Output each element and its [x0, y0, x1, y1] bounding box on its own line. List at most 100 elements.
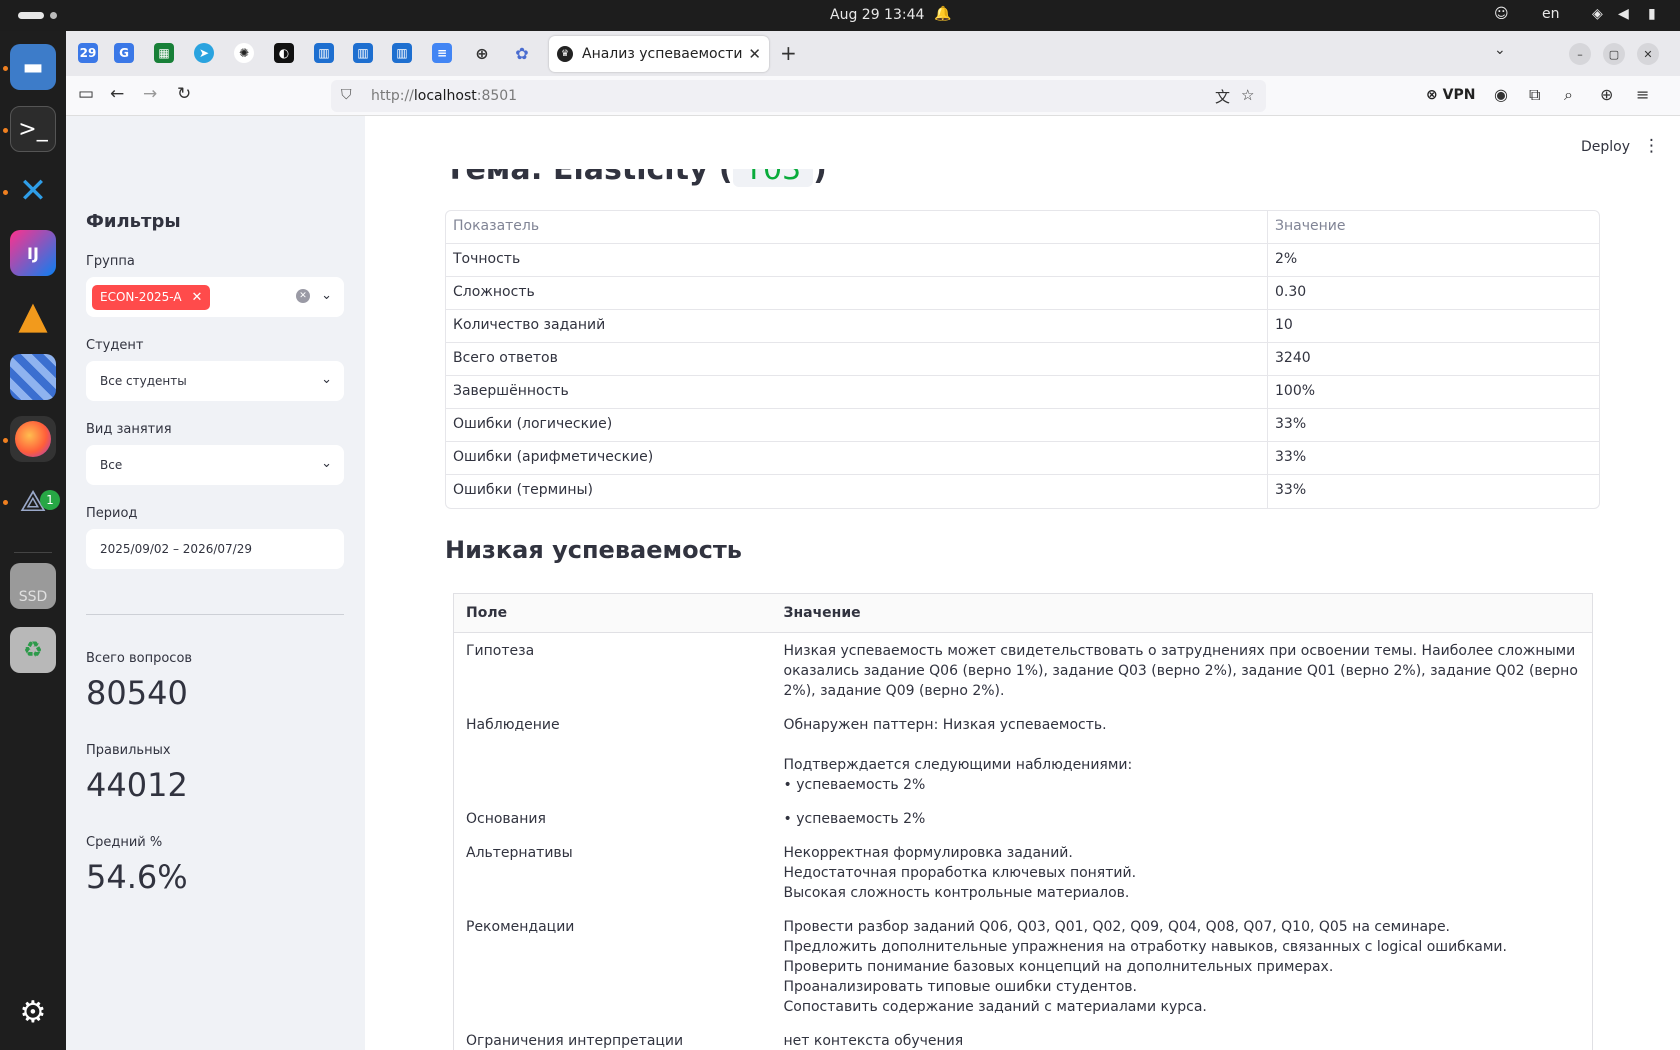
value-line: нет контекста обучения [783, 1033, 964, 1049]
minimize-window-button[interactable]: – [1569, 43, 1591, 65]
docs-tab-icon[interactable]: ≡ [432, 43, 452, 63]
table-row: Количество заданий 10 [446, 310, 1599, 343]
extensions-icon[interactable]: ⧉ [1529, 85, 1540, 105]
firefox-app-icon[interactable] [10, 416, 56, 462]
calendar-tab-icon[interactable]: 29 [78, 43, 98, 63]
bookmark-star-icon[interactable]: ☆ [1241, 86, 1254, 104]
trello-tab-icon[interactable]: ▥ [392, 43, 412, 63]
maximize-window-button[interactable]: ▢ [1603, 43, 1625, 65]
metric-value: 44012 [86, 766, 188, 804]
value-line: Проверить понимание базовых концепций на… [783, 959, 1334, 975]
extension-tab-icon[interactable]: ✿ [512, 43, 532, 63]
close-window-button[interactable]: ✕ [1637, 43, 1659, 65]
terminal-app-icon[interactable]: >_ [10, 106, 56, 152]
value-line: Проанализировать типовые ошибки студенто… [783, 979, 1137, 995]
app-grid-icon[interactable]: ⚙ [10, 989, 56, 1035]
globe-tab-icon[interactable]: ⊕ [472, 43, 492, 63]
table-cell[interactable]: Количество заданий [446, 310, 1268, 342]
group-chip[interactable]: ECON-2025-A ✕ [92, 284, 211, 310]
telegram-tab-icon[interactable]: ➤ [194, 43, 214, 63]
search-extension-icon[interactable]: ⌕ [1564, 85, 1573, 105]
translate-page-icon[interactable]: 文 [1215, 86, 1230, 107]
chevron-down-icon: ⌄ [321, 456, 332, 471]
remove-chip-icon[interactable]: ✕ [192, 290, 203, 305]
table-cell[interactable]: Ошибки (термины) [446, 475, 1268, 508]
value-line: Подтверждается следующими наблюдениями: [783, 757, 1133, 773]
lesson-type-select[interactable]: Все ⌄ [86, 445, 344, 485]
url-port: :8501 [476, 88, 518, 104]
table-cell[interactable]: 3240 [1268, 343, 1599, 375]
ssd-drive-icon[interactable]: SSD [10, 563, 56, 609]
group-chip-label: ECON-2025-A [100, 290, 182, 304]
value-cell: Обнаружен паттерн: Низкая успеваемость. П… [772, 707, 1593, 801]
table-cell[interactable]: 100% [1268, 376, 1599, 408]
table-cell[interactable]: 33% [1268, 409, 1599, 441]
group-multiselect[interactable]: ECON-2025-A ✕ ✕ ⌄ [86, 277, 344, 317]
table-cell[interactable]: 0.30 [1268, 277, 1599, 309]
app-dock: ▬ >_ ✕ IJ ▲ ⟁ 1 SSD ♻ ⚙ [0, 31, 66, 1050]
notification-badge: 1 [40, 490, 60, 510]
table-cell[interactable]: Точность [446, 244, 1268, 276]
table-cell[interactable]: Ошибки (арифметические) [446, 442, 1268, 474]
student-select-value: Все студенты [100, 374, 187, 388]
active-tab[interactable]: ♛ Анализ успеваемости ✕ [549, 36, 769, 72]
topic-stats-table[interactable]: Показатель Значение Точность 2% Сложность 0… [445, 210, 1600, 509]
globe-extension-icon[interactable]: ⊕ [1600, 85, 1613, 104]
vpn-button[interactable]: ⊗ VPN [1426, 87, 1475, 103]
browser-tab-bar: 29 G ▦ ➤ ✺ ◐ ▥ ▥ ▥ ≡ ⊕ ✿ ♛ Анализ успева… [66, 31, 1680, 76]
value-cell: Некорректная формулировка заданий. Недост… [772, 835, 1593, 909]
wifi-icon[interactable]: ◈ [1592, 6, 1603, 22]
value-line: Предложить дополнительные упражнения на … [783, 939, 1507, 955]
column-header[interactable]: Значение [1268, 211, 1599, 243]
lesson-type-select-value: Все [100, 458, 123, 472]
table-cell[interactable]: 10 [1268, 310, 1599, 342]
new-tab-button[interactable]: + [780, 41, 797, 65]
column-header[interactable]: Показатель [446, 211, 1268, 243]
trash-icon[interactable]: ♻ [10, 627, 56, 673]
pixel-app-icon[interactable] [10, 354, 56, 400]
period-date-input[interactable]: 2025/09/02 – 2026/07/29 [86, 529, 344, 569]
vlc-app-icon[interactable]: ▲ [10, 292, 56, 338]
browser-menu-icon[interactable]: ≡ [1636, 85, 1649, 104]
files-app-icon[interactable]: ▬ [10, 44, 56, 90]
tab-list-chevron-icon[interactable]: ⌄ [1494, 42, 1506, 58]
system-clock[interactable]: Aug 29 13:44 [830, 7, 924, 23]
reload-button[interactable]: ↻ [177, 84, 191, 104]
site-security-icon[interactable]: ⛉ [341, 87, 352, 103]
table-cell[interactable]: 33% [1268, 475, 1599, 508]
activities-indicator[interactable] [18, 12, 44, 19]
chatgpt-tab-icon[interactable]: ✺ [234, 43, 254, 63]
table-cell[interactable]: Всего ответов [446, 343, 1268, 375]
table-cell[interactable]: 2% [1268, 244, 1599, 276]
table-cell[interactable]: 33% [1268, 442, 1599, 474]
student-select[interactable]: Все студенты ⌄ [86, 361, 344, 401]
notification-bell-icon[interactable]: 🔔 [934, 6, 951, 22]
language-indicator[interactable]: en [1542, 6, 1560, 22]
table-cell[interactable]: Ошибки (логические) [446, 409, 1268, 441]
sidebar-toggle-icon[interactable]: ▭ [78, 84, 94, 104]
period-date-value: 2025/09/02 – 2026/07/29 [100, 542, 252, 556]
deploy-button[interactable]: Deploy [1581, 139, 1630, 155]
back-button[interactable]: ← [110, 84, 124, 104]
table-cell[interactable]: Сложность [446, 277, 1268, 309]
column-header: Поле [453, 593, 772, 633]
volume-icon[interactable]: ◀ [1618, 6, 1629, 22]
main-menu-icon[interactable]: ⋮ [1643, 136, 1660, 156]
intellij-app-icon[interactable]: IJ [10, 230, 56, 276]
forward-button[interactable]: → [143, 84, 157, 104]
trello-tab-icon[interactable]: ▥ [314, 43, 334, 63]
battery-icon[interactable]: ▮ [1648, 6, 1656, 22]
table-cell[interactable]: Завершённость [446, 376, 1268, 408]
chevron-down-icon[interactable]: ⌄ [321, 288, 332, 303]
trello-tab-icon[interactable]: ▥ [353, 43, 373, 63]
running-indicator [3, 500, 8, 505]
accessibility-icon[interactable]: ☺ [1494, 6, 1509, 22]
vscode-app-icon[interactable]: ✕ [10, 168, 56, 214]
sheets-tab-icon[interactable]: ▦ [154, 43, 174, 63]
account-icon[interactable]: ◉ [1494, 85, 1508, 104]
url-bar[interactable]: ⛉ http:// localhost :8501 文 ☆ [331, 80, 1266, 112]
translate-tab-icon[interactable]: G [114, 43, 134, 63]
clear-all-icon[interactable]: ✕ [296, 289, 310, 303]
close-tab-icon[interactable]: ✕ [748, 45, 761, 63]
dark-app-tab-icon[interactable]: ◐ [274, 43, 294, 63]
